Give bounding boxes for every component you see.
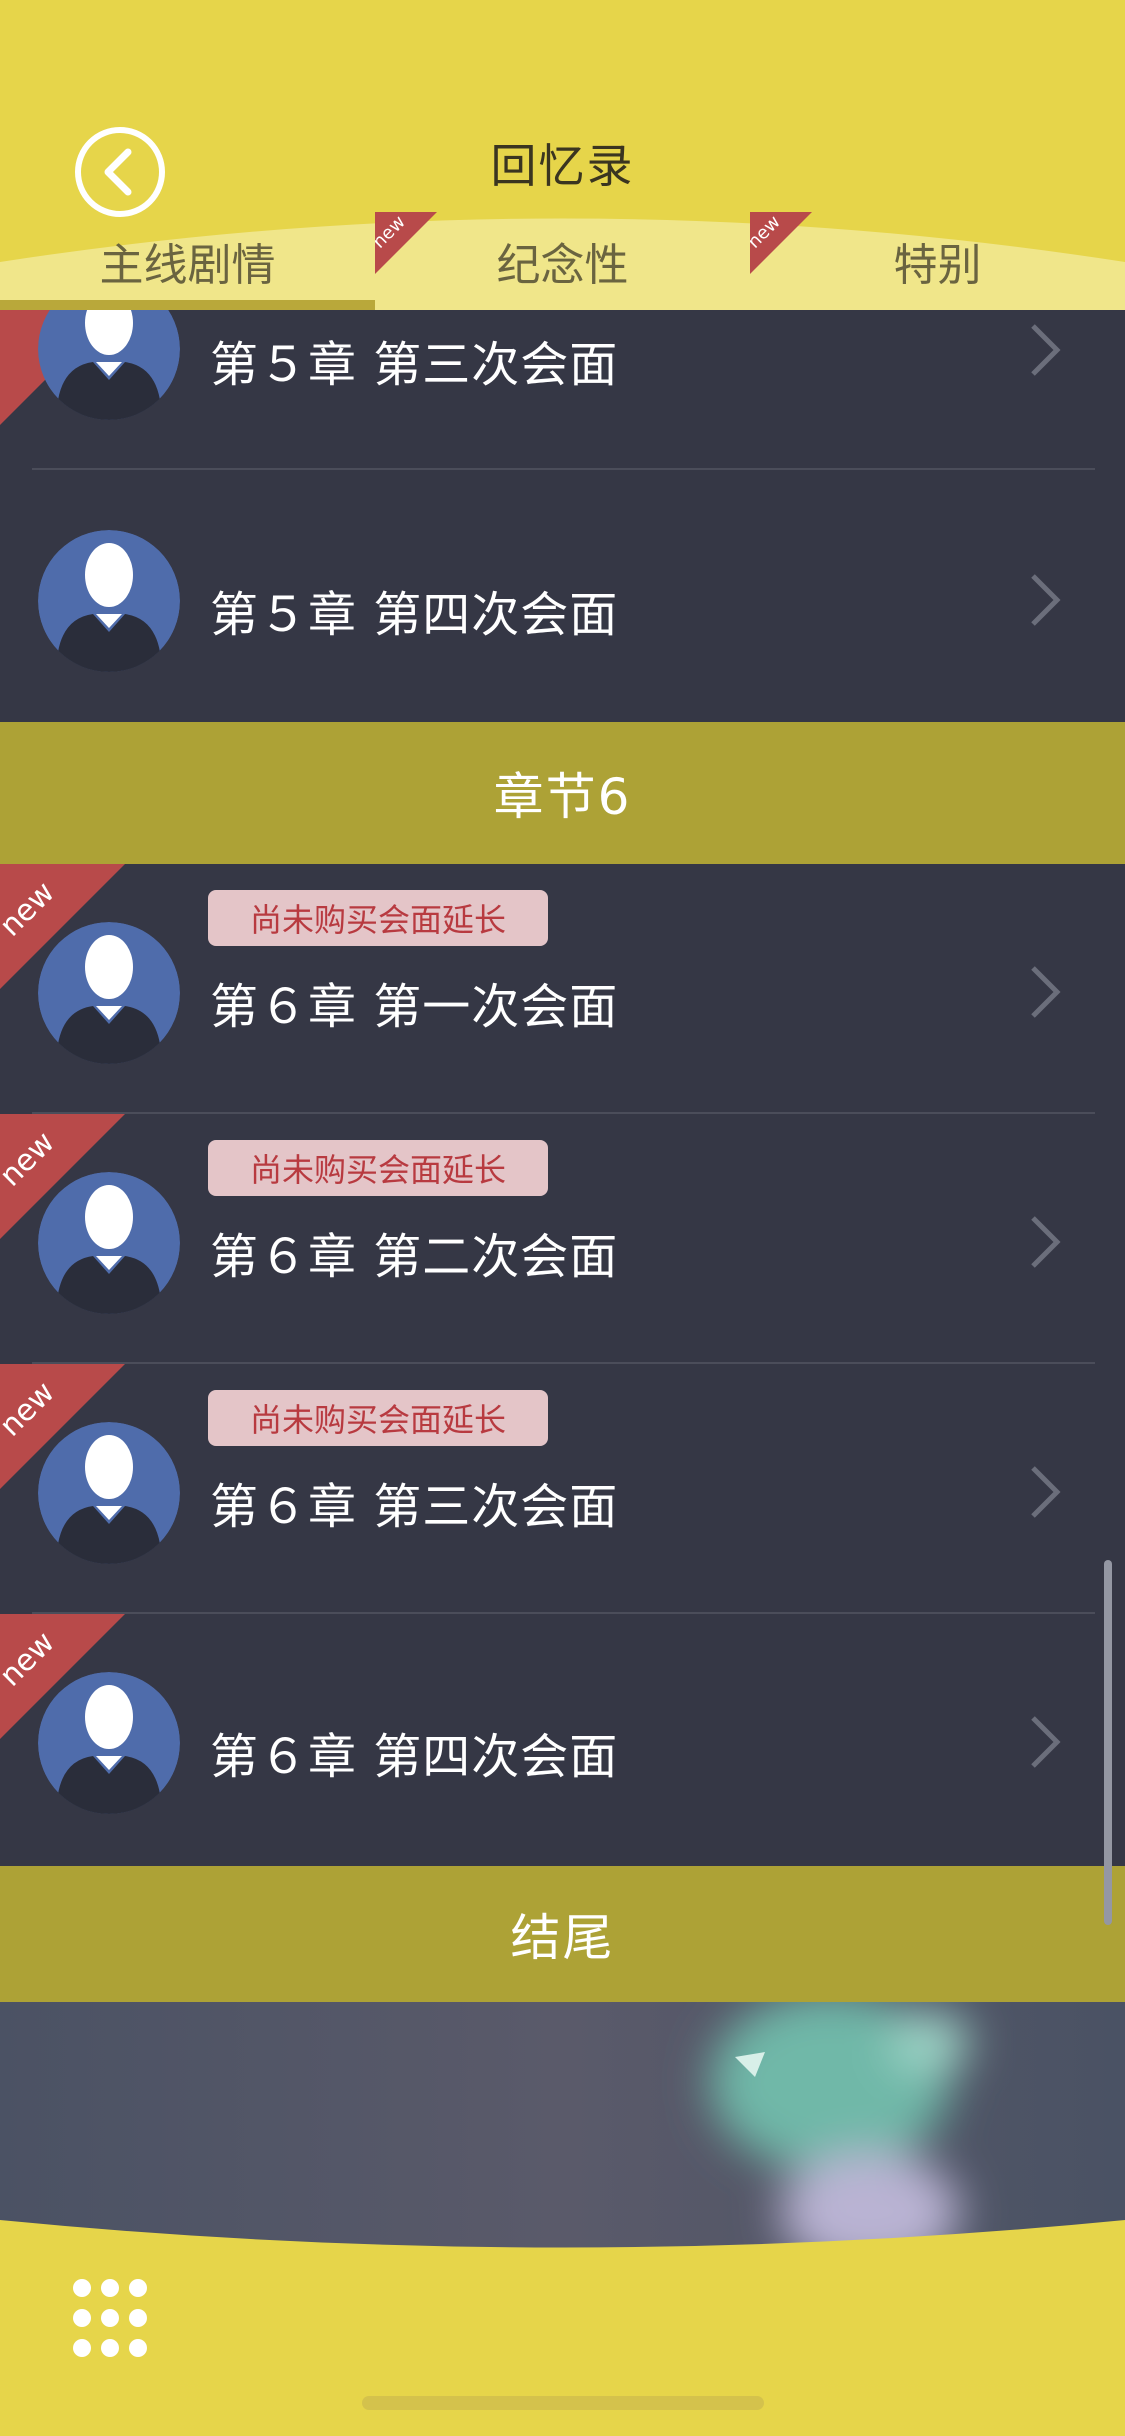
section-header-chapter-6: 章节6 — [0, 722, 1125, 864]
tab-label: 纪念性 — [496, 240, 629, 291]
tab-commemorative[interactable]: new 纪念性 — [375, 212, 750, 310]
tab-label: 特别 — [893, 240, 982, 291]
list-item[interactable]: new 尚未购买会面延长 第６章 第二次会面 — [0, 1114, 1125, 1364]
active-tab-indicator — [0, 300, 375, 310]
not-purchased-tag: 尚未购买会面延长 — [208, 1390, 548, 1446]
tab-label: 主线剧情 — [99, 240, 276, 291]
chevron-right-icon — [1031, 1216, 1061, 1268]
list-item[interactable]: 第５章 第四次会面 — [0, 472, 1125, 722]
tab-special[interactable]: new 特别 — [750, 212, 1125, 310]
new-ribbon-badge: new — [375, 212, 437, 274]
grid-menu-icon[interactable] — [60, 2270, 160, 2370]
row-title: 第６章 第四次会面 — [210, 1729, 619, 1785]
row-title: 第５章 第四次会面 — [210, 587, 619, 643]
page-title: 回忆录 — [490, 139, 635, 193]
user-silhouette-icon — [38, 1422, 180, 1564]
row-title: 第６章 第一次会面 — [210, 979, 619, 1035]
new-ribbon-badge: new — [750, 212, 812, 274]
user-silhouette-icon — [38, 1672, 180, 1814]
chevron-right-icon — [1031, 324, 1061, 376]
not-purchased-tag: 尚未购买会面延长 — [208, 1140, 548, 1196]
tab-bar: 主线剧情 new 纪念性 new 特别 — [0, 212, 1125, 310]
row-divider — [32, 468, 1095, 470]
tab-main-story[interactable]: 主线剧情 — [0, 212, 375, 310]
row-title: 第６章 第三次会面 — [210, 1479, 619, 1535]
chevron-right-icon — [1031, 1466, 1061, 1518]
user-silhouette-icon — [38, 530, 180, 672]
user-silhouette-icon — [38, 1172, 180, 1314]
list-item[interactable]: new 第６章 第四次会面 — [0, 1614, 1125, 1864]
user-silhouette-icon — [38, 922, 180, 1064]
chevron-right-icon — [1031, 574, 1061, 626]
scrollbar[interactable] — [1104, 1560, 1112, 1925]
not-purchased-tag: 尚未购买会面延长 — [208, 890, 548, 946]
home-indicator[interactable] — [362, 2396, 764, 2410]
row-title: 第５章 第三次会面 — [210, 337, 619, 393]
screen: 第５章 第三次会面 第５章 第四次会面 章节6 new 尚未购买会面延长 第６章… — [0, 0, 1125, 2436]
list-item[interactable]: new 尚未购买会面延长 第６章 第三次会面 — [0, 1364, 1125, 1614]
row-title: 第６章 第二次会面 — [210, 1229, 619, 1285]
list-item[interactable]: new 尚未购买会面延长 第６章 第一次会面 — [0, 864, 1125, 1114]
chevron-right-icon — [1031, 966, 1061, 1018]
chevron-right-icon — [1031, 1716, 1061, 1768]
section-header-ending: 结尾 — [0, 1866, 1125, 2002]
header: 回忆录 主线剧情 new 纪念性 new 特别 — [0, 0, 1125, 310]
